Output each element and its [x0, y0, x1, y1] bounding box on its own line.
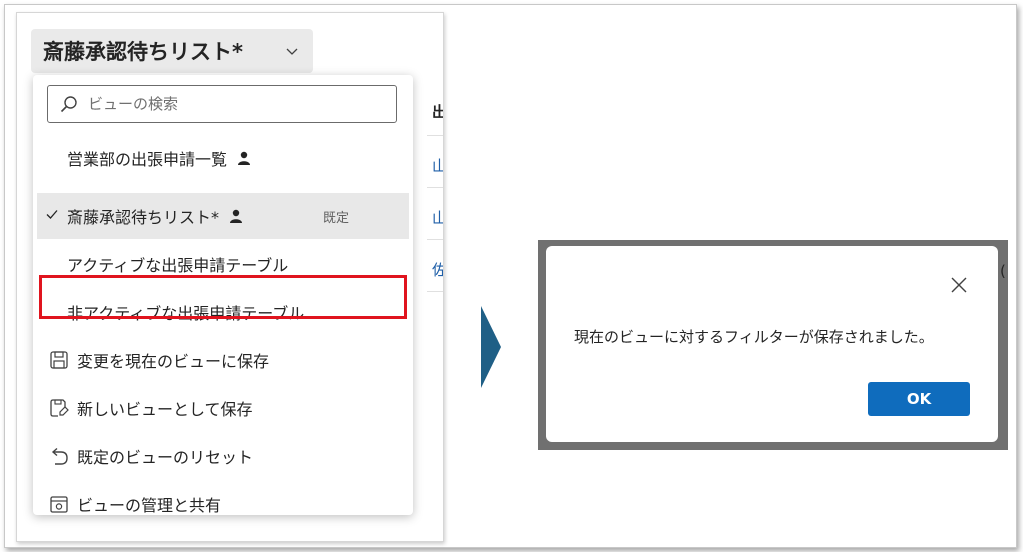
- table-divider: [427, 239, 443, 240]
- close-icon[interactable]: [950, 276, 968, 294]
- table-cell-link[interactable]: 山: [432, 155, 443, 176]
- view-item-sales-trips[interactable]: 営業部の出張申請一覧: [37, 135, 409, 181]
- chevron-down-icon: [286, 48, 298, 55]
- action-label: 既定のビューのリセット: [77, 448, 254, 467]
- dialog-overlay: 現在のビューに対するフィルターが保存されました。 OK: [538, 240, 1008, 450]
- default-badge: 既定: [323, 211, 350, 226]
- search-icon: [60, 96, 77, 113]
- manage-share-views-button[interactable]: ビューの管理と共有: [37, 481, 409, 527]
- checkmark-icon: [46, 210, 58, 219]
- arrow-right-icon: [481, 306, 501, 388]
- table-divider: [427, 291, 443, 292]
- view-search-box[interactable]: [47, 85, 397, 123]
- view-selector-panel: 斎藤承認待ちリスト* 出 山 山 佐 営業部の出張申請一覧: [16, 12, 444, 542]
- view-item-inactive-trips[interactable]: 非アクティブな出張申請テーブル: [37, 289, 409, 335]
- undo-icon: [51, 447, 68, 465]
- ok-button[interactable]: OK: [868, 382, 970, 416]
- view-item-label: 営業部の出張申請一覧: [67, 150, 228, 169]
- person-icon: [238, 151, 251, 165]
- view-item-label: 斎藤承認待ちリスト*: [67, 208, 220, 227]
- action-label: 新しいビューとして保存: [77, 400, 253, 419]
- view-item-label: アクティブな出張申請テーブル: [67, 256, 289, 275]
- save-icon: [50, 351, 68, 369]
- view-item-active-trips[interactable]: アクティブな出張申請テーブル: [37, 241, 409, 287]
- action-label: ビューの管理と共有: [77, 496, 222, 515]
- person-icon: [230, 209, 243, 223]
- table-divider: [427, 187, 443, 188]
- save-current-view-button[interactable]: 変更を現在のビューに保存: [37, 337, 409, 383]
- view-search-input[interactable]: [86, 94, 380, 114]
- action-label: 変更を現在のビューに保存: [77, 352, 270, 371]
- view-dropdown-menu: 営業部の出張申請一覧 斎藤承認待ちリスト* 既定 アクティブな出張申請テーブル …: [33, 75, 413, 515]
- manage-view-icon: [50, 496, 68, 513]
- save-as-new-view-button[interactable]: 新しいビューとして保存: [37, 385, 409, 431]
- table-column-header: 出: [432, 101, 443, 122]
- edge-text: (: [1000, 262, 1006, 280]
- confirmation-dialog: 現在のビューに対するフィルターが保存されました。 OK: [546, 246, 998, 442]
- save-as-icon: [50, 399, 69, 417]
- table-cell-link[interactable]: 山: [432, 207, 443, 228]
- reset-default-view-button[interactable]: 既定のビューのリセット: [37, 433, 409, 479]
- view-selector-button[interactable]: 斎藤承認待ちリスト*: [31, 29, 313, 73]
- view-item-label: 非アクティブな出張申請テーブル: [67, 304, 305, 323]
- dialog-message: 現在のビューに対するフィルターが保存されました。: [574, 328, 934, 346]
- view-item-saito-pending[interactable]: 斎藤承認待ちリスト* 既定: [37, 193, 409, 239]
- table-divider: [427, 135, 443, 136]
- view-title-text: 斎藤承認待ちリスト*: [43, 40, 243, 64]
- table-cell-link[interactable]: 佐: [432, 259, 443, 280]
